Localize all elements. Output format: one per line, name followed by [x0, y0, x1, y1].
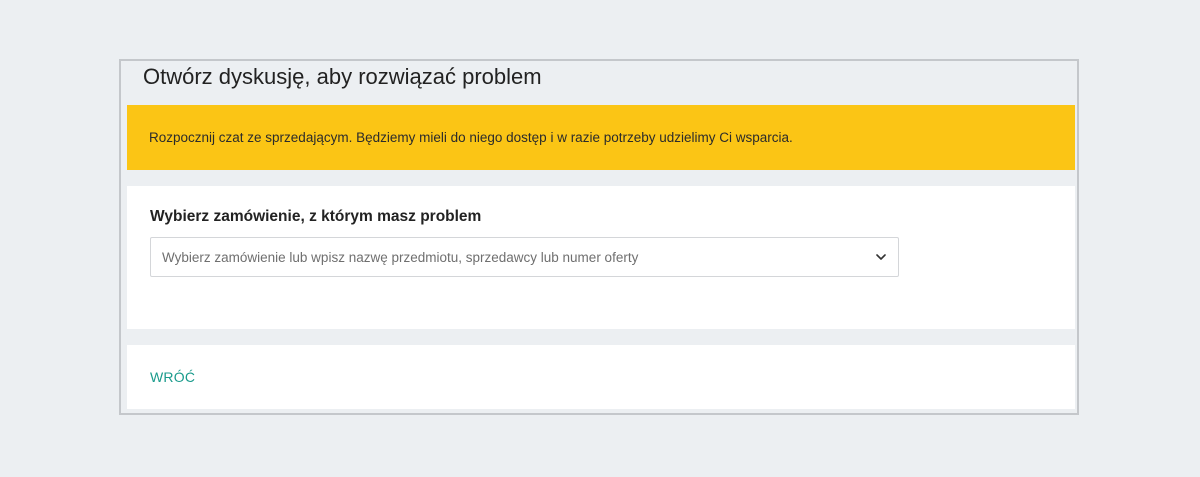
- order-select-dropdown[interactable]: Wybierz zamówienie lub wpisz nazwę przed…: [150, 237, 899, 277]
- info-banner-text: Rozpocznij czat ze sprzedającym. Będziem…: [149, 130, 793, 145]
- order-select-placeholder: Wybierz zamówienie lub wpisz nazwę przed…: [162, 249, 639, 265]
- page-title: Otwórz dyskusję, aby rozwiązać problem: [143, 64, 542, 89]
- back-link[interactable]: WRÓĆ: [150, 369, 195, 385]
- info-banner: Rozpocznij czat ze sprzedającym. Będziem…: [127, 105, 1075, 170]
- chevron-down-icon: [876, 254, 886, 260]
- order-selection-card: Wybierz zamówienie, z którym masz proble…: [127, 186, 1075, 329]
- footer-card: WRÓĆ: [127, 345, 1075, 409]
- dialog-frame: Otwórz dyskusję, aby rozwiązać problem R…: [119, 59, 1079, 415]
- order-select-label: Wybierz zamówienie, z którym masz proble…: [150, 208, 482, 225]
